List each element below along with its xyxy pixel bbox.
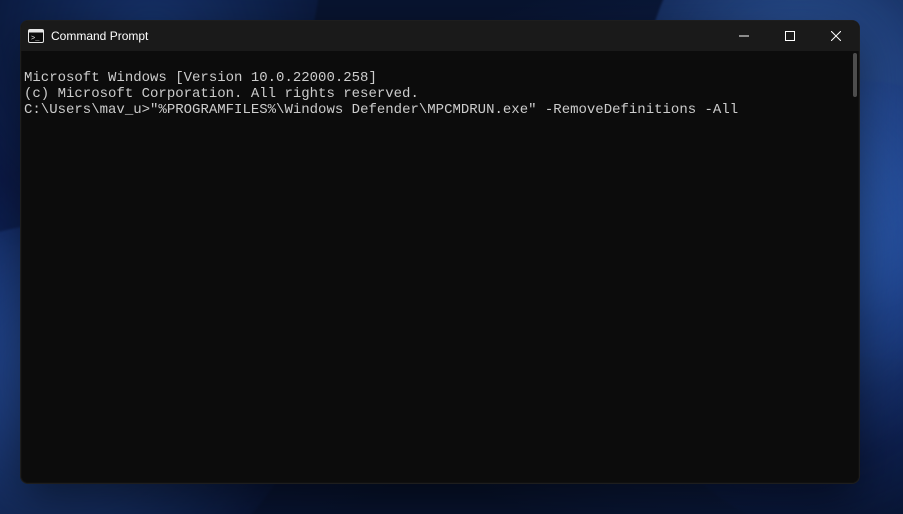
minimize-button[interactable] (721, 21, 767, 51)
terminal-line-copyright: (c) Microsoft Corporation. All rights re… (24, 86, 853, 102)
maximize-button[interactable] (767, 21, 813, 51)
desktop-background: >_ Command Prompt (0, 0, 903, 514)
terminal-line-version: Microsoft Windows [Version 10.0.22000.25… (24, 70, 853, 86)
prompt-path: C:\Users\mav_u> (24, 102, 150, 118)
app-icon: >_ (21, 28, 51, 44)
titlebar[interactable]: >_ Command Prompt (21, 21, 859, 51)
window-controls (721, 21, 859, 51)
terminal-prompt-line: C:\Users\mav_u>"%PROGRAMFILES%\Windows D… (24, 102, 853, 118)
command-prompt-window: >_ Command Prompt (20, 20, 860, 484)
maximize-icon (785, 31, 795, 41)
close-icon (831, 31, 841, 41)
command-text: "%PROGRAMFILES%\Windows Defender\MPCMDRU… (150, 102, 738, 118)
svg-text:>_: >_ (31, 35, 40, 43)
minimize-icon (739, 31, 749, 41)
vertical-scrollbar[interactable] (853, 53, 857, 97)
window-title: Command Prompt (51, 29, 156, 43)
close-button[interactable] (813, 21, 859, 51)
terminal-area[interactable]: Microsoft Windows [Version 10.0.22000.25… (21, 51, 859, 483)
